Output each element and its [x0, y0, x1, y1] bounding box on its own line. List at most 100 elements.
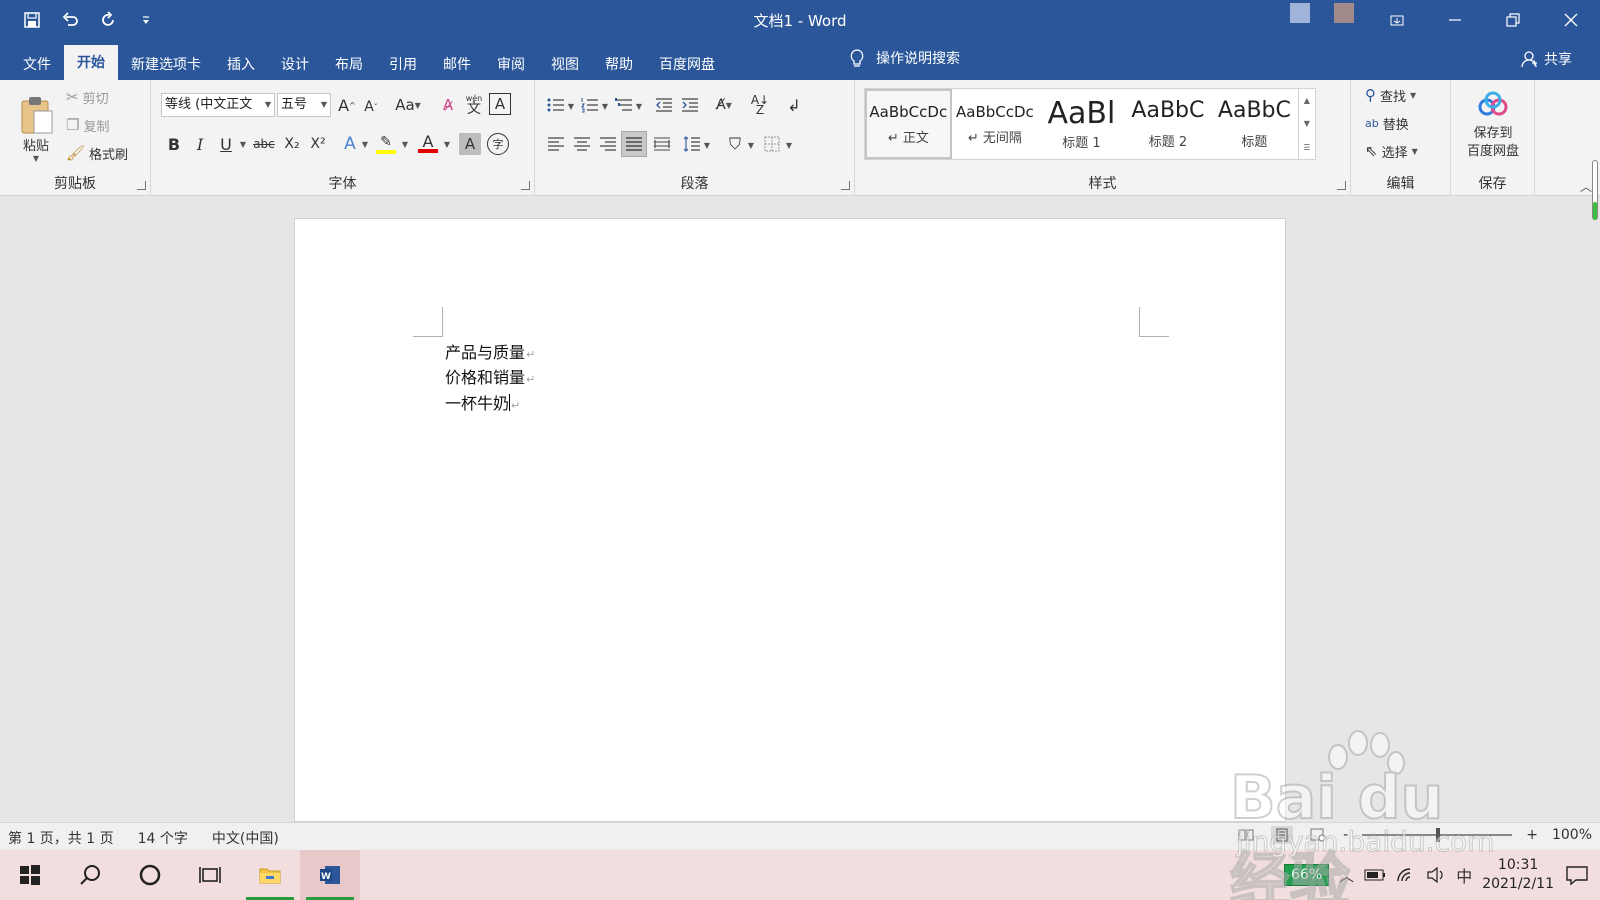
cut-button[interactable]: ✂ 剪切 — [66, 86, 109, 108]
document-page[interactable]: 产品与质量↵ 价格和销量↵ 一杯牛奶 ↵ — [294, 218, 1286, 822]
volume-icon[interactable] — [1426, 867, 1446, 883]
select-button[interactable]: ⇖ 选择 ▼ — [1365, 140, 1418, 162]
style-title[interactable]: AaBbC 标题 — [1211, 89, 1298, 159]
chevron-down-icon[interactable]: ▼ — [567, 100, 575, 112]
tab-file[interactable]: 文件 — [10, 50, 64, 80]
tab-insert[interactable]: 插入 — [214, 50, 268, 80]
zoom-out-button[interactable]: - — [1343, 827, 1348, 843]
align-right-icon[interactable] — [597, 133, 619, 155]
chevron-down-icon[interactable]: ▼ — [703, 139, 711, 151]
battery-percentage[interactable]: 66% — [1284, 864, 1330, 886]
line-spacing-icon[interactable] — [681, 133, 703, 155]
chevron-down-icon[interactable]: ▼ — [785, 139, 793, 151]
chevron-down-icon[interactable]: ▼ — [747, 139, 755, 151]
clear-formatting-icon[interactable]: A̷ — [437, 94, 459, 116]
word-taskbar-button[interactable]: W — [300, 850, 360, 900]
document-paragraph[interactable]: 产品与质量↵ — [445, 339, 535, 363]
char-shading-button[interactable]: A — [459, 133, 481, 155]
font-size-select[interactable]: 五号 ▼ — [277, 93, 331, 117]
bullets-icon[interactable] — [545, 94, 567, 116]
zoom-slider-thumb[interactable] — [1436, 828, 1441, 842]
language-indicator[interactable]: 中文(中国) — [212, 828, 279, 848]
dialog-launcher-icon[interactable] — [137, 181, 146, 190]
align-center-icon[interactable] — [571, 133, 593, 155]
action-center-icon[interactable] — [1564, 864, 1590, 886]
numbering-icon[interactable] — [579, 94, 601, 116]
print-layout-icon[interactable] — [1271, 826, 1294, 844]
style-no-spacing[interactable]: AaBbCcDc ↵ 无间隔 — [952, 89, 1039, 159]
font-color-button[interactable]: A — [415, 132, 441, 156]
minimize-icon[interactable] — [1426, 0, 1484, 40]
chevron-down-icon[interactable]: ▼ — [443, 138, 451, 150]
close-icon[interactable] — [1542, 0, 1600, 40]
tab-mailings[interactable]: 邮件 — [430, 50, 484, 80]
bold-button[interactable]: B — [163, 132, 185, 156]
borders-icon[interactable] — [761, 133, 783, 155]
style-normal[interactable]: AaBbCcDc ↵ 正文 — [865, 89, 952, 159]
phonetic-guide-button[interactable]: wén 文 — [463, 90, 485, 118]
shrink-font-icon[interactable]: Aˇ — [361, 96, 381, 118]
zoom-in-button[interactable]: + — [1526, 827, 1538, 843]
distributed-icon[interactable] — [651, 133, 673, 155]
justify-icon[interactable] — [621, 131, 647, 157]
change-case-button[interactable]: Aa ▼ — [391, 94, 425, 116]
superscript-button[interactable]: X² — [307, 132, 329, 156]
tab-design[interactable]: 设计 — [268, 50, 322, 80]
tab-new[interactable]: 新建选项卡 — [118, 50, 214, 80]
taskbar-clock[interactable]: 10:31 2021/2/11 — [1482, 856, 1554, 894]
read-mode-icon[interactable] — [1235, 826, 1257, 844]
document-paragraph[interactable]: 一杯牛奶 ↵ — [445, 390, 520, 414]
wifi-icon[interactable] — [1396, 867, 1416, 883]
restore-icon[interactable] — [1484, 0, 1542, 40]
cortana-button[interactable] — [120, 850, 180, 900]
share-button[interactable]: 共享 — [1520, 49, 1572, 69]
start-button[interactable] — [0, 850, 60, 900]
chinese-layout-icon[interactable]: A̸ ▼ — [711, 94, 737, 116]
highlight-button[interactable]: ✎ — [373, 132, 399, 156]
chevron-up-icon[interactable]: ︿ — [1339, 865, 1354, 886]
zoom-slider[interactable] — [1362, 828, 1513, 842]
chevron-down-icon[interactable]: ▼ — [1304, 119, 1310, 128]
tell-me-search[interactable]: 操作说明搜索 — [848, 48, 960, 68]
chevron-down-icon[interactable]: ▼ — [401, 138, 409, 150]
format-painter-button[interactable]: 🖌 格式刷 — [66, 142, 128, 164]
find-button[interactable]: ⚲ 查找 ▼ — [1365, 84, 1416, 106]
underline-button[interactable]: U — [215, 132, 237, 156]
web-layout-icon[interactable] — [1307, 826, 1329, 844]
task-view-button[interactable] — [180, 850, 240, 900]
enclose-chars-button[interactable]: 字 — [487, 133, 509, 155]
style-heading-2[interactable]: AaBbC 标题 2 — [1125, 89, 1212, 159]
style-heading-1[interactable]: AaBl 标题 1 — [1038, 89, 1125, 159]
paste-button[interactable]: 粘贴 ▼ — [14, 86, 58, 172]
font-name-select[interactable]: 等线 (中文正文 ▼ — [161, 93, 275, 117]
replace-button[interactable]: ab 替换 — [1365, 112, 1409, 134]
document-paragraph[interactable]: 价格和销量↵ — [445, 364, 535, 388]
decrease-indent-icon[interactable] — [653, 94, 675, 116]
dialog-launcher-icon[interactable] — [521, 181, 530, 190]
show-formatting-marks-icon[interactable]: ↲ — [783, 94, 805, 116]
tab-review[interactable]: 审阅 — [484, 50, 538, 80]
ribbon-display-options-icon[interactable] — [1368, 0, 1426, 40]
save-to-baidu-button[interactable]: 保存到 百度网盘 — [1455, 86, 1531, 166]
increase-indent-icon[interactable] — [679, 94, 701, 116]
page-count[interactable]: 第 1 页，共 1 页 — [8, 828, 114, 848]
sort-icon[interactable]: A↓ Z — [749, 94, 771, 116]
zoom-level[interactable]: 100% — [1552, 827, 1592, 843]
italic-button[interactable]: I — [189, 132, 211, 156]
tab-baidu-netdisk[interactable]: 百度网盘 — [646, 50, 728, 80]
word-count[interactable]: 14 个字 — [138, 828, 188, 848]
copy-button[interactable]: ❐ 复制 — [66, 114, 109, 136]
chevron-down-icon[interactable]: ▼ — [33, 154, 39, 163]
ime-indicator[interactable]: 中 — [1456, 863, 1472, 887]
shading-icon[interactable]: ⛉ — [723, 133, 747, 155]
more-styles-icon[interactable]: ☰ — [1303, 143, 1310, 152]
grow-font-icon[interactable]: A ^ — [337, 94, 357, 116]
chevron-down-icon[interactable]: ▼ — [361, 138, 369, 150]
text-effects-button[interactable]: A — [339, 132, 361, 156]
subscript-button[interactable]: X₂ — [281, 132, 303, 156]
tab-layout[interactable]: 布局 — [322, 50, 376, 80]
chevron-down-icon[interactable]: ▼ — [239, 138, 247, 150]
char-border-button[interactable]: A — [489, 93, 511, 115]
chevron-up-icon[interactable]: ▲ — [1304, 96, 1310, 105]
dialog-launcher-icon[interactable] — [1337, 181, 1346, 190]
